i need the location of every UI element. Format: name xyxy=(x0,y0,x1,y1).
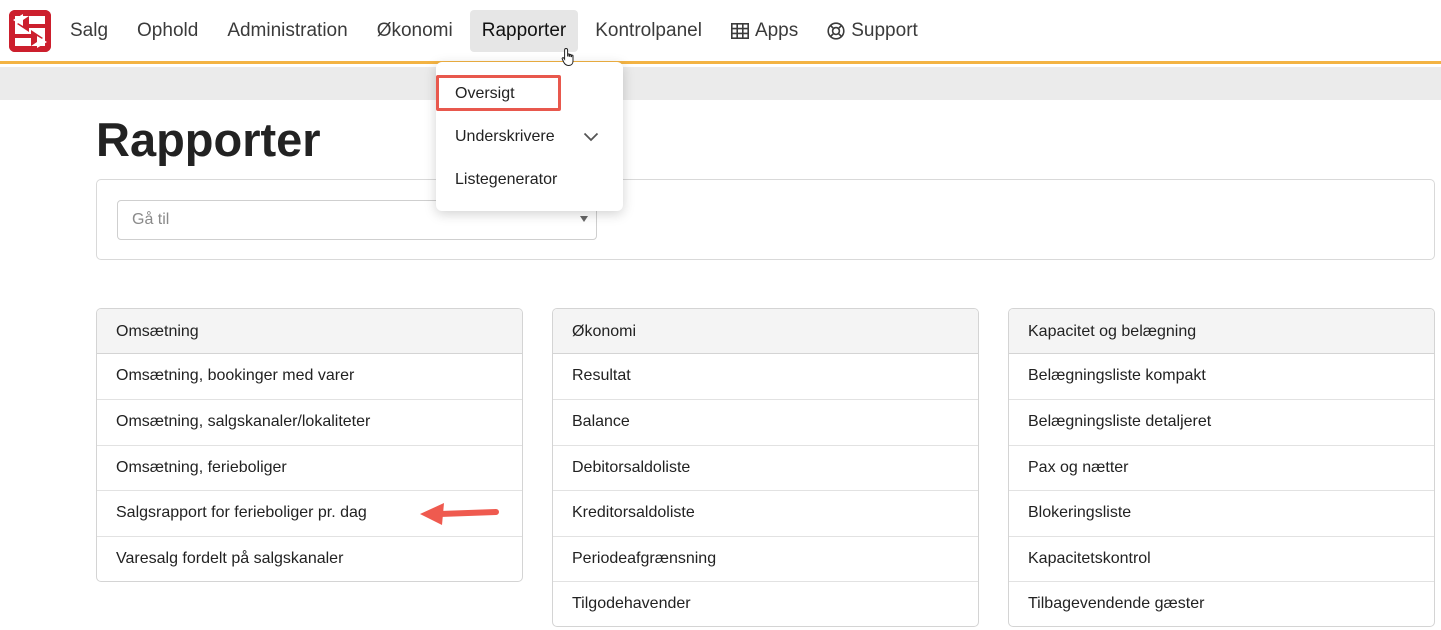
dropdown-item-listegenerator[interactable]: Listegenerator xyxy=(455,171,557,189)
main-nav: Salg Ophold Administration Økonomi Rappo… xyxy=(58,10,935,52)
report-link[interactable]: Kapacitetskontrol xyxy=(1009,535,1434,581)
nav-salg[interactable]: Salg xyxy=(58,10,120,52)
report-link[interactable]: Omsætning, ferieboliger xyxy=(97,444,522,490)
report-link[interactable]: Debitorsaldoliste xyxy=(553,444,978,490)
report-link[interactable]: Balance xyxy=(553,399,978,444)
report-link[interactable]: Tilgodehavender xyxy=(553,580,978,626)
goto-placeholder: Gå til xyxy=(132,211,170,228)
report-link[interactable]: Pax og nætter xyxy=(1009,444,1434,490)
nav-apps[interactable]: Apps xyxy=(719,10,810,52)
card-header: Økonomi xyxy=(553,309,978,354)
nav-rapporter[interactable]: Rapporter xyxy=(469,10,579,52)
report-link[interactable]: Belægningsliste kompakt xyxy=(1009,354,1434,399)
lifebuoy-icon xyxy=(827,22,845,40)
card-okonomi: Økonomi Resultat Balance Debitorsaldolis… xyxy=(552,308,979,628)
sub-bar xyxy=(0,67,1441,100)
nav-kontrolpanel[interactable]: Kontrolpanel xyxy=(583,10,714,52)
report-link[interactable]: Omsætning, salgskanaler/lokaliteter xyxy=(97,399,522,444)
report-link[interactable]: Blokeringsliste xyxy=(1009,490,1434,535)
annotation-arrow-icon xyxy=(418,501,500,534)
card-header: Omsætning xyxy=(97,309,522,354)
report-link[interactable]: Tilbagevendende gæster xyxy=(1009,580,1434,626)
caret-down-icon xyxy=(580,216,588,222)
nav-support[interactable]: Support xyxy=(815,10,930,52)
report-link[interactable]: Belægningsliste detaljeret xyxy=(1009,399,1434,444)
dropdown-item-underskrivere[interactable]: Underskrivere xyxy=(455,128,555,146)
grid-icon xyxy=(730,23,749,39)
nav-administration[interactable]: Administration xyxy=(215,10,359,52)
top-navbar: Salg Ophold Administration Økonomi Rappo… xyxy=(0,0,1441,64)
nav-okonomi[interactable]: Økonomi xyxy=(365,10,465,52)
highlight-box xyxy=(436,75,561,111)
chevron-down-icon[interactable] xyxy=(583,129,599,147)
card-kapacitet: Kapacitet og belægning Belægningsliste k… xyxy=(1008,308,1435,628)
report-link[interactable]: Resultat xyxy=(553,354,978,399)
brand-logo-icon[interactable] xyxy=(9,10,51,52)
report-link[interactable]: Omsætning, bookinger med varer xyxy=(97,354,522,399)
card-header: Kapacitet og belægning xyxy=(1009,309,1434,354)
goto-card: Gå til xyxy=(96,179,1435,260)
hand-cursor-icon xyxy=(561,47,577,72)
report-link[interactable]: Varesalg fordelt på salgskanaler xyxy=(97,535,522,581)
page-title: Rapporter xyxy=(96,113,321,166)
report-link[interactable]: Periodeafgrænsning xyxy=(553,535,978,581)
report-link[interactable]: Kreditorsaldoliste xyxy=(553,490,978,535)
card-omsaetning: Omsætning Omsætning, bookinger med varer… xyxy=(96,308,523,582)
nav-ophold[interactable]: Ophold xyxy=(125,10,210,52)
